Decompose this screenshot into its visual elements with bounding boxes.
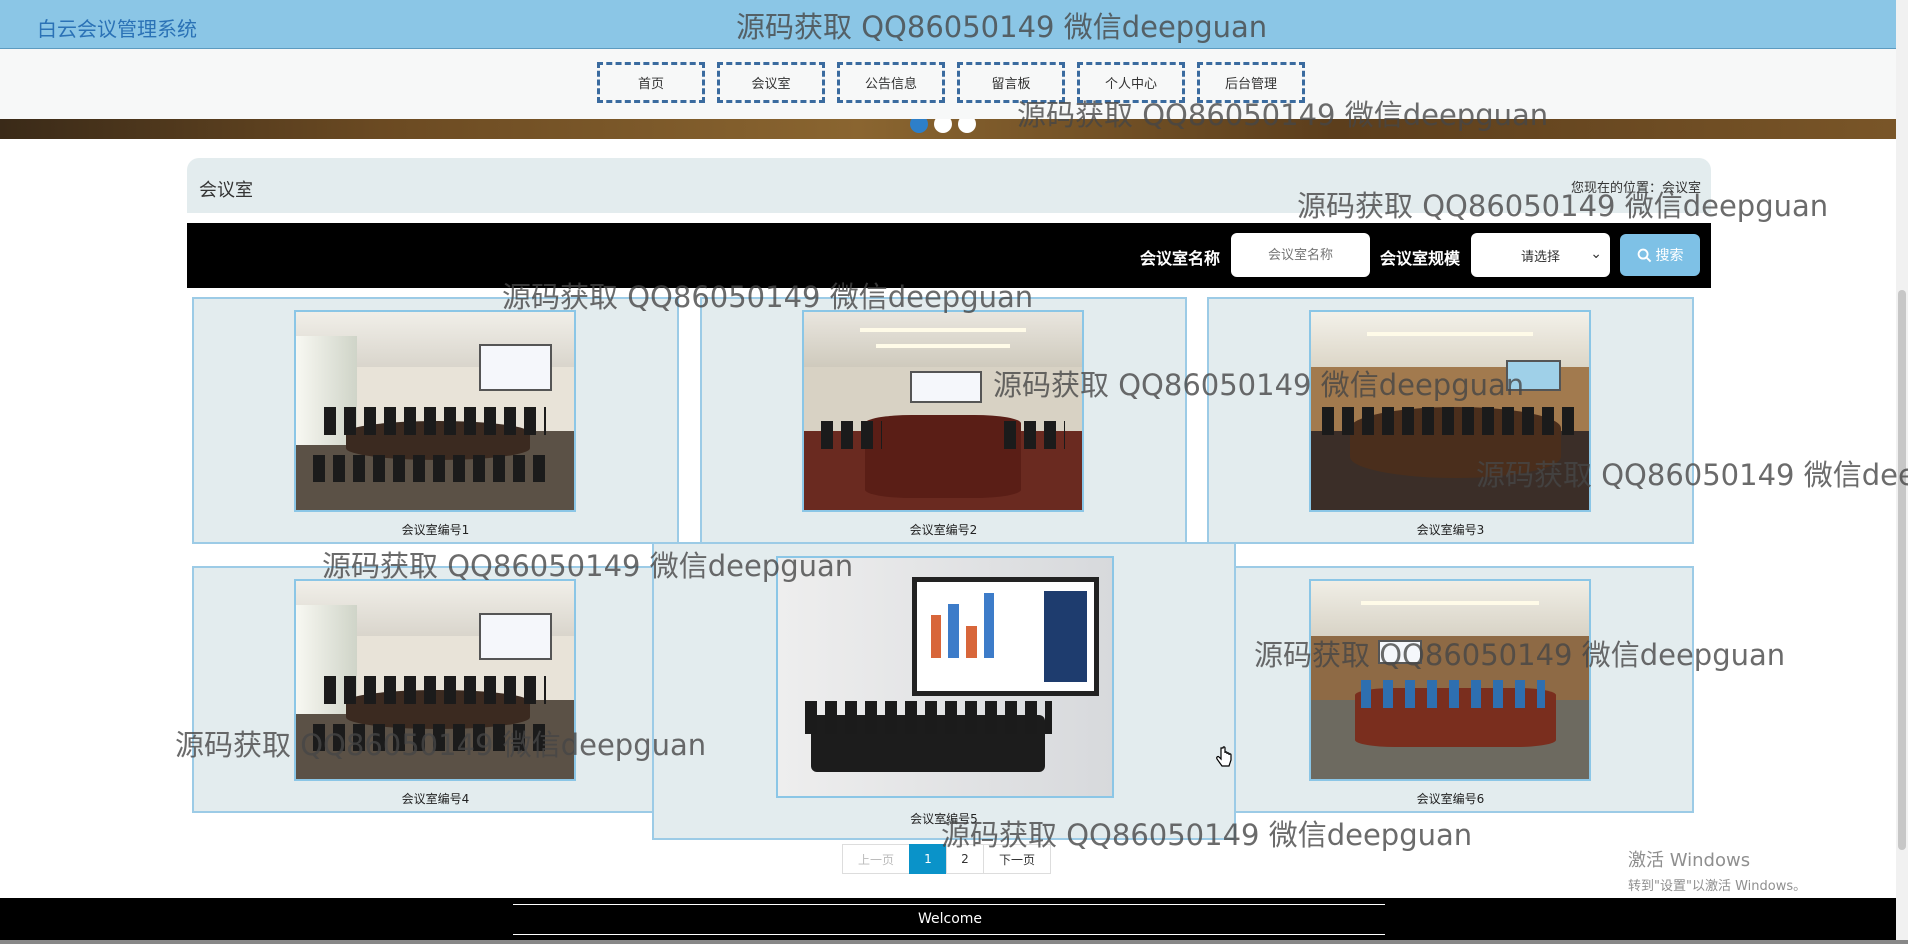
breadcrumb: 会议室 您现在的位置：会议室 [187, 158, 1711, 213]
chevron-down-icon: ⌄ [1590, 246, 1602, 262]
room-caption[interactable]: 会议室编号3 [1209, 521, 1692, 538]
page-2-button[interactable]: 2 [946, 844, 984, 874]
search-button-label: 搜索 [1655, 248, 1684, 264]
search-icon [1637, 248, 1651, 262]
room-photo[interactable] [1309, 579, 1591, 781]
activation-subtitle: 转到"设置"以激活 Windows。 [1628, 879, 1807, 894]
next-page-button[interactable]: 下一页 [983, 844, 1051, 874]
hand-cursor-icon [1216, 746, 1232, 767]
page-1-button[interactable]: 1 [909, 844, 947, 874]
nav-announcements[interactable]: 公告信息 [837, 62, 945, 103]
banner-image [0, 119, 1908, 139]
room-card[interactable]: 会议室编号2 [700, 297, 1187, 544]
room-photo[interactable] [294, 310, 576, 512]
carousel-dot[interactable] [958, 119, 976, 133]
room-photo[interactable] [802, 310, 1084, 512]
window-edge [0, 940, 1908, 944]
search-bar: 会议室名称 会议室规模 请选择 ⌄ 搜索 [187, 223, 1711, 288]
current-location: 您现在的位置：会议室 [1570, 181, 1701, 196]
room-name-input[interactable] [1231, 233, 1370, 277]
room-card[interactable]: 会议室编号1 [192, 297, 679, 544]
room-photo[interactable] [776, 556, 1114, 798]
room-caption[interactable]: 会议室编号5 [654, 810, 1234, 827]
footer: Welcome [0, 898, 1908, 940]
carousel-dots [910, 119, 976, 133]
page-title: 会议室 [199, 180, 253, 201]
prev-page-button[interactable]: 上一页 [842, 844, 910, 874]
room-photo[interactable] [1309, 310, 1591, 512]
footer-divider [513, 934, 1385, 935]
room-name-label: 会议室名称 [1140, 249, 1221, 268]
search-button[interactable]: 搜索 [1620, 234, 1700, 276]
nav-personal-center[interactable]: 个人中心 [1077, 62, 1185, 103]
site-title[interactable]: 白云会议管理系统 [37, 13, 197, 42]
room-caption[interactable]: 会议室编号6 [1209, 790, 1692, 807]
room-photo[interactable] [294, 579, 576, 781]
windows-activation-notice: 激活 Windows 转到"设置"以激活 Windows。 [1628, 846, 1806, 894]
nav-message-board[interactable]: 留言板 [957, 62, 1065, 103]
carousel-dot[interactable] [910, 119, 928, 133]
top-header: 白云会议管理系统 [0, 0, 1908, 49]
nav-meeting-rooms[interactable]: 会议室 [717, 62, 825, 103]
carousel-dot[interactable] [934, 119, 952, 133]
room-scale-label: 会议室规模 [1380, 249, 1461, 268]
pagination: 上一页 1 2 下一页 [842, 844, 1051, 874]
room-card[interactable]: 会议室编号6 [1207, 566, 1694, 813]
footer-welcome: Welcome [917, 911, 983, 927]
room-scale-select[interactable]: 请选择 ⌄ [1471, 233, 1610, 277]
scrollbar-thumb[interactable] [1898, 290, 1906, 850]
room-caption[interactable]: 会议室编号1 [194, 521, 677, 538]
room-scale-value: 请选择 [1520, 249, 1560, 265]
nav-home[interactable]: 首页 [597, 62, 705, 103]
room-caption[interactable]: 会议室编号4 [194, 790, 677, 807]
main-nav: 首页 会议室 公告信息 留言板 个人中心 后台管理 [597, 62, 1305, 103]
nav-admin[interactable]: 后台管理 [1197, 62, 1305, 103]
room-card[interactable]: 会议室编号3 [1207, 297, 1694, 544]
footer-divider [513, 904, 1385, 905]
activation-title: 激活 Windows [1628, 850, 1751, 871]
room-caption[interactable]: 会议室编号2 [702, 521, 1185, 538]
room-card-hovered[interactable]: 会议室编号5 [652, 542, 1236, 840]
room-card[interactable]: 会议室编号4 [192, 566, 679, 813]
nav-bar: 首页 会议室 公告信息 留言板 个人中心 后台管理 [0, 49, 1908, 119]
page-scrollbar[interactable] [1896, 0, 1908, 940]
